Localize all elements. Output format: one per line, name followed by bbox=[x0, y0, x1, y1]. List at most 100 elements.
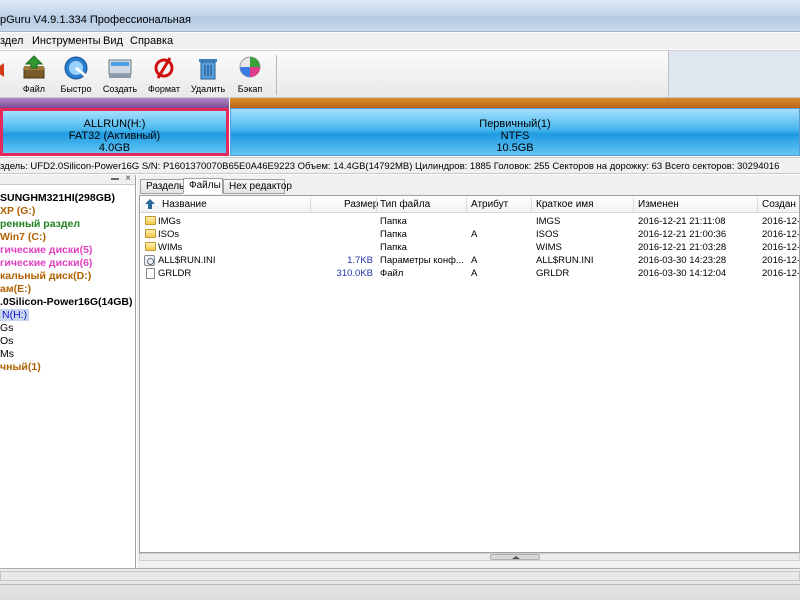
tree-item[interactable]: .0Silicon-Power16G(14GB) bbox=[0, 296, 132, 308]
tree-item[interactable]: SUNGHM321HI(298GB) bbox=[0, 192, 115, 204]
file-recovery-button[interactable]: Файл bbox=[12, 53, 56, 95]
cell-name: WIMs bbox=[158, 242, 183, 253]
tree-item[interactable]: Win7 (C:) bbox=[0, 231, 46, 243]
up-folder-icon[interactable] bbox=[145, 199, 155, 209]
status-bar bbox=[0, 568, 800, 600]
folder-icon bbox=[145, 216, 156, 225]
pin-icon[interactable] bbox=[111, 178, 119, 180]
tree-item[interactable]: гические диски(6) bbox=[0, 257, 92, 269]
tree-item-label: Gs bbox=[0, 322, 14, 334]
partition-body: ALLRUN(H:) FAT32 (Активный) 4.0GB bbox=[0, 108, 229, 156]
tree-item[interactable]: гические диски(5) bbox=[0, 244, 92, 256]
tree-item[interactable]: ам(E:) bbox=[0, 283, 31, 295]
tree-item[interactable]: N(H:) bbox=[0, 309, 30, 321]
tree-item[interactable]: XP (G:) bbox=[0, 205, 35, 217]
cell-type: Папка bbox=[380, 242, 407, 253]
table-row[interactable]: GRLDR 310.0KB Файл A GRLDR 2016-03-30 14:12:0… bbox=[140, 267, 800, 280]
partition-body: Первичный(1) NTFS 10.5GB bbox=[230, 108, 800, 156]
status-field bbox=[0, 571, 800, 581]
cell-modified: 2016-12-21 21:00:36 bbox=[638, 229, 727, 240]
tree-item-label: Ms bbox=[0, 348, 14, 360]
cell-created: 2016-12- bbox=[762, 216, 800, 227]
tree-item[interactable]: Ms bbox=[0, 348, 14, 360]
partition-type-stripe bbox=[230, 98, 800, 108]
delete-button[interactable]: Удалить bbox=[186, 53, 230, 95]
tree-item-label: Os bbox=[0, 335, 14, 347]
format-button[interactable]: Формат bbox=[142, 53, 186, 95]
cell-type: Файл bbox=[380, 268, 404, 279]
file-list-header: Название Размер Тип файла Атрибут Кратко… bbox=[140, 196, 799, 213]
cell-short: IMGS bbox=[536, 216, 561, 227]
folder-icon bbox=[145, 229, 156, 238]
table-row[interactable]: WIMs Папка WIMS 2016-12-21 21:03:28 2016-12- bbox=[140, 241, 799, 254]
tree-item-label: SUNGHM321HI(298GB) bbox=[0, 192, 115, 204]
cell-short: WIMS bbox=[536, 242, 562, 253]
tree-item[interactable]: ренный раздел bbox=[0, 218, 80, 230]
col-modified[interactable]: Изменен bbox=[638, 199, 679, 210]
splitter-grip-icon[interactable] bbox=[490, 554, 540, 560]
toolbar-right-panel bbox=[668, 51, 800, 97]
partition-allrun[interactable]: ALLRUN(H:) FAT32 (Активный) 4.0GB bbox=[0, 98, 229, 156]
create-partition-icon bbox=[108, 59, 132, 78]
tree-item-label: ренный раздел bbox=[0, 218, 81, 230]
partition-fs: FAT32 (Активный) bbox=[68, 130, 161, 142]
cell-name: GRLDR bbox=[158, 268, 192, 279]
col-attr[interactable]: Атрибут bbox=[471, 199, 508, 210]
menu-tools[interactable]: Инструменты bbox=[32, 35, 101, 47]
tree-item-label: ам(E:) bbox=[0, 283, 32, 295]
tab-hex-editor[interactable]: Hex редактор bbox=[223, 179, 292, 194]
tree-item-label: кальный диск(D:) bbox=[0, 270, 92, 282]
window-title: pGuru V4.9.1.334 Профессиональная bbox=[0, 14, 191, 26]
col-short-name[interactable]: Краткое имя bbox=[536, 199, 594, 210]
col-name[interactable]: Название bbox=[162, 199, 207, 210]
cell-type: Параметры конф... bbox=[380, 255, 464, 266]
arrow-left-icon[interactable] bbox=[0, 63, 6, 77]
backup-label: Бэкап bbox=[237, 84, 263, 94]
partition-size: 10.5GB bbox=[496, 142, 534, 154]
tree-item-label: гические диски(5) bbox=[0, 244, 93, 256]
folder-icon bbox=[145, 242, 156, 251]
disk-info-bar: здель: UFD2.0Silicon-Power16G S/N: P1601… bbox=[0, 157, 800, 174]
close-icon[interactable]: × bbox=[125, 173, 131, 184]
create-partition-button[interactable]: Создать bbox=[98, 53, 142, 95]
cell-modified: 2016-12-21 21:03:28 bbox=[638, 242, 727, 253]
cell-attr: A bbox=[471, 229, 478, 240]
tree-item[interactable]: Os bbox=[0, 335, 13, 347]
col-type[interactable]: Тип файла bbox=[380, 199, 430, 210]
settings-file-icon bbox=[144, 255, 155, 266]
col-created[interactable]: Создан bbox=[762, 199, 796, 210]
partition-type-stripe bbox=[0, 98, 229, 108]
table-row[interactable]: IMGs Папка IMGS 2016-12-21 21:11:08 2016-12- bbox=[140, 215, 800, 228]
menu-view[interactable]: Вид bbox=[103, 35, 123, 47]
file-list: Название Размер Тип файла Атрибут Кратко… bbox=[139, 195, 800, 553]
format-label: Формат bbox=[148, 84, 180, 94]
tree-item-label: .0Silicon-Power16G(14GB) bbox=[0, 296, 133, 308]
quick-partition-button[interactable]: Быстро bbox=[54, 53, 98, 95]
cell-short: ALL$RUN.INI bbox=[536, 255, 594, 266]
table-row[interactable]: ALL$RUN.INI 1.7KB Параметры конф... A ALL$RU… bbox=[140, 254, 799, 267]
col-size[interactable]: Размер bbox=[344, 199, 378, 210]
table-row[interactable]: ISOs Папка A ISOS 2016-12-21 21:00:36 2016-12… bbox=[140, 228, 800, 241]
disk-map: ALLRUN(H:) FAT32 (Активный) 4.0GB Первич… bbox=[0, 98, 800, 156]
tree-item[interactable]: кальный диск(D:) bbox=[0, 270, 91, 282]
cell-size: 1.7KB bbox=[347, 255, 373, 266]
tree-panel-header: × bbox=[0, 173, 135, 185]
partition-fs: NTFS bbox=[500, 130, 530, 142]
cell-created: 2016-12- bbox=[762, 229, 800, 240]
create-partition-label: Создать bbox=[102, 84, 138, 94]
cell-created: 2016-12- bbox=[762, 268, 800, 279]
tree-item-label: XP (G:) bbox=[0, 205, 36, 217]
menu-partition[interactable]: здел bbox=[0, 35, 23, 47]
tab-partitions[interactable]: Разделы bbox=[140, 179, 186, 194]
tree-item-label: чный(1) bbox=[0, 361, 41, 373]
partition-primary[interactable]: Первичный(1) NTFS 10.5GB bbox=[230, 98, 800, 156]
tree-item[interactable]: чный(1) bbox=[0, 361, 41, 373]
tree-item[interactable]: Gs bbox=[0, 322, 13, 334]
tab-files[interactable]: Файлы bbox=[183, 178, 223, 194]
menu-help[interactable]: Справка bbox=[130, 35, 173, 47]
delete-icon bbox=[199, 59, 217, 80]
cell-type: Папка bbox=[380, 229, 407, 240]
splitter-bar[interactable] bbox=[139, 553, 800, 561]
backup-button[interactable]: Бэкап bbox=[228, 53, 272, 95]
toolbar-separator bbox=[276, 55, 277, 95]
